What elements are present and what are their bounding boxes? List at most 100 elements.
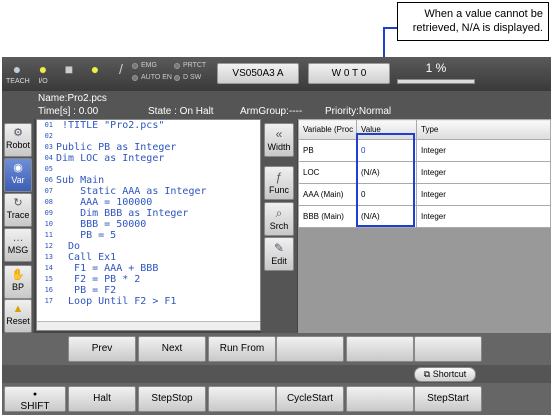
function-key-run-from[interactable]: Run From (208, 336, 276, 362)
function-key-next[interactable]: Next (138, 336, 206, 362)
wrench-icon: / (119, 61, 123, 77)
line-number: 02 (44, 132, 53, 140)
bp-button[interactable]: ✋ BP (4, 265, 32, 299)
program-state: State : On Halt (148, 106, 214, 117)
column-header-type[interactable]: Type (416, 119, 551, 140)
func-button[interactable]: ƒ Func (264, 166, 294, 200)
annotation-line-1: When a value cannot be (424, 8, 543, 20)
arm-group: ArmGroup:---- (240, 106, 303, 117)
robot-button[interactable]: ⚙ Robot (4, 123, 32, 157)
width-button[interactable]: « Width (264, 123, 294, 157)
msg-button[interactable]: … MSG (4, 228, 32, 262)
function-icon: ƒ (275, 170, 283, 184)
teach-icon: ● (12, 61, 22, 77)
code-text: F2 = PB * 2 (56, 274, 141, 285)
function-key-blank-3[interactable] (276, 336, 344, 362)
function-key-blank-3[interactable] (208, 386, 276, 412)
code-line[interactable]: 02 (37, 131, 260, 142)
lightbulb-icon: ● (38, 61, 48, 77)
code-line[interactable]: 07 Static AAA as Integer (37, 186, 260, 197)
function-key-cyclestart[interactable]: CycleStart (276, 386, 344, 412)
editor-horizontal-scrollbar[interactable] (37, 321, 260, 330)
variable-name-cell: AAA (Main) (298, 183, 357, 206)
variable-row[interactable]: BBB (Main) (N/A) Integer (298, 205, 551, 228)
shortcut-button[interactable]: ⧉ Shortcut (414, 367, 476, 382)
speed-percent[interactable]: 1 % (397, 60, 475, 88)
code-line[interactable]: 05 (37, 164, 260, 175)
search-icon: ⌕ (275, 206, 283, 220)
stop-button[interactable]: ■ (58, 60, 80, 86)
tool-button[interactable]: / (110, 60, 132, 86)
line-number: 04 (44, 154, 53, 162)
code-line[interactable]: 16 PB = F2 (37, 285, 260, 296)
line-number: 07 (44, 187, 53, 195)
lamp-button[interactable]: ● (84, 60, 106, 86)
lamp-auto-en: AUTO EN (132, 74, 172, 81)
line-number: 06 (44, 176, 53, 184)
trace-button[interactable]: ↻ Trace (4, 193, 32, 227)
function-key-shift[interactable]: ● SHIFT (4, 386, 66, 412)
code-line[interactable]: 13 Call Ex1 (37, 252, 260, 263)
code-text: Sub Main (56, 175, 105, 186)
code-line[interactable]: 03 Public PB as Integer (37, 142, 260, 153)
code-line[interactable]: 08 AAA = 100000 (37, 197, 260, 208)
annotation-line-2: retrieved, N/A is displayed. (412, 22, 543, 34)
code-text: PB = 5 (56, 230, 117, 241)
speed-percent-value: 1 % (425, 61, 447, 75)
variable-type-cell: Integer (416, 183, 551, 206)
priority: Priority:Normal (325, 106, 392, 117)
code-lines: 01 !TITLE "Pro2.pcs" 02 03 Public PB as Int… (37, 120, 260, 307)
code-text: Loop Until F2 > F1 (56, 296, 177, 307)
function-key-halt[interactable]: Halt (68, 386, 136, 412)
var-button[interactable]: ◉ Var (4, 158, 32, 192)
code-line[interactable]: 06 Sub Main (37, 175, 260, 186)
code-line[interactable]: 04 Dim LOC as Integer (37, 153, 260, 164)
line-number: 01 (44, 121, 53, 129)
column-header-variable[interactable]: Variable (Proc (298, 119, 357, 140)
code-text: Call Ex1 (56, 252, 117, 263)
reset-button[interactable]: ▲ Reset (4, 299, 32, 333)
line-number: 03 (44, 143, 53, 151)
code-editor[interactable]: 01 !TITLE "Pro2.pcs" 02 03 Public PB as Int… (36, 119, 261, 331)
variable-name-cell: LOC (298, 161, 357, 184)
variable-row[interactable]: PB 0 Integer (298, 139, 551, 162)
variable-row[interactable]: LOC (N/A) Integer (298, 161, 551, 184)
function-key-prev[interactable]: Prev (68, 336, 136, 362)
code-line[interactable]: 01 !TITLE "Pro2.pcs" (37, 120, 260, 131)
annotation-callout: When a value cannot be retrieved, N/A is… (397, 2, 549, 41)
robot-icon: ⚙ (13, 127, 23, 139)
io-button[interactable]: ● I/O (32, 60, 54, 86)
function-key-row-2: ● SHIFT Halt StepStop CycleStart StepStart (2, 383, 551, 415)
function-key-blank-5[interactable] (414, 336, 482, 362)
code-line[interactable]: 09 Dim BBB as Integer (37, 208, 260, 219)
function-key-stepstart[interactable]: StepStart (414, 386, 482, 412)
code-line[interactable]: 14 F1 = AAA + BBB (37, 263, 260, 274)
program-info: Name:Pro2.pcs Time[s] : 0.00 State : On … (2, 91, 551, 119)
hand-icon: ✋ (11, 269, 25, 281)
function-key-stepstop[interactable]: StepStop (138, 386, 206, 412)
lamp-prtct: PRTCT (174, 62, 206, 69)
code-line[interactable]: 15 F2 = PB * 2 (37, 274, 260, 285)
line-number: 09 (44, 209, 53, 217)
code-text: Dim LOC as Integer (56, 153, 165, 164)
variable-row[interactable]: AAA (Main) 0 Integer (298, 183, 551, 206)
code-line[interactable]: 12 Do (37, 241, 260, 252)
code-line[interactable]: 11 PB = 5 (37, 230, 260, 241)
search-button[interactable]: ⌕ Srch (264, 202, 294, 236)
elapsed-time: Time[s] : 0.00 (38, 106, 99, 117)
editor-tool-column: « Width ƒ Func ⌕ Srch ✎ Edit (261, 119, 297, 333)
code-line[interactable]: 17 Loop Until F2 > F1 (37, 296, 260, 307)
function-key-blank-5[interactable] (346, 386, 414, 412)
code-line[interactable]: 10 BBB = 50000 (37, 219, 260, 230)
line-number: 05 (44, 165, 53, 173)
line-number: 08 (44, 198, 53, 206)
function-key-blank-4[interactable] (346, 336, 414, 362)
pendant-screen: ● TEACH ● I/O ■ ● / EMG PRTCT AUTO EN D … (2, 57, 551, 415)
code-text: PB = F2 (56, 285, 117, 296)
teach-button[interactable]: ● TEACH (6, 60, 30, 86)
variable-table: Variable (Proc Value Type PB 0 Integer LOC(… (298, 119, 551, 228)
controller-name[interactable]: VS050A3 A (217, 63, 299, 84)
mode-display[interactable]: W 0 T 0 (308, 63, 390, 84)
edit-button[interactable]: ✎ Edit (264, 237, 294, 271)
warning-icon: ▲ (12, 303, 24, 315)
